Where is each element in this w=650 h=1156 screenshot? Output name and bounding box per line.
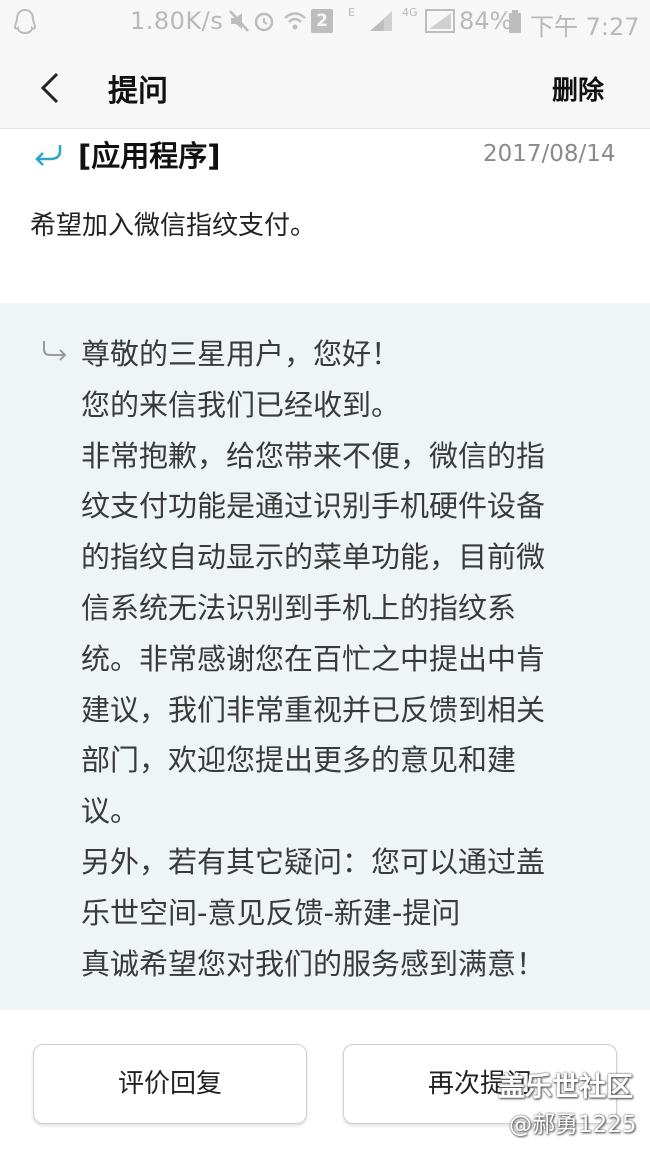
reply-text: 尊敬的三星用户，您好！ 您的来信我们已经收到。 非常抱歉，给您带来不便，微信的指… bbox=[81, 329, 621, 989]
reply-line: 另外，若有其它疑问：您可以通过盖 bbox=[81, 844, 546, 879]
page-title: 提问 bbox=[108, 74, 168, 109]
reply-line: 尊敬的三星用户，您好！ bbox=[81, 337, 401, 371]
reply-line: 的指纹自动显示的菜单功能，目前微 bbox=[81, 540, 546, 575]
question-arrow-icon bbox=[35, 145, 62, 166]
back-button[interactable] bbox=[30, 66, 74, 110]
back-arrow-icon bbox=[40, 72, 59, 104]
status-bar: 1.80K/s 2 E 4G 84% 下午 7:27 bbox=[0, 0, 650, 46]
reply-line: 部门，欢迎您提出更多的意见和建 bbox=[81, 743, 517, 778]
alarm-icon bbox=[254, 12, 274, 32]
rate-reply-button[interactable]: 评价回复 bbox=[33, 1044, 307, 1124]
app-bar: 提问 删除 bbox=[0, 46, 650, 129]
reply-section: 尊敬的三星用户，您好！ 您的来信我们已经收到。 非常抱歉，给您带来不便，微信的指… bbox=[0, 303, 650, 1010]
reply-line: 您的来信我们已经收到。 bbox=[81, 387, 401, 422]
mute-icon bbox=[229, 10, 249, 32]
reply-arrow-icon bbox=[43, 341, 67, 361]
sim2-badge: 2 bbox=[311, 9, 333, 33]
battery-icon bbox=[509, 10, 521, 33]
question-category: [应用程序] bbox=[78, 139, 221, 173]
watermark-logo: 盖乐世社区 bbox=[498, 1072, 633, 1103]
signal-icon-sim2 bbox=[425, 9, 455, 33]
reply-line: 乐世空间-意见反馈-新建-提问 bbox=[81, 895, 461, 930]
signal-icon-sim1 bbox=[370, 11, 392, 31]
question-date: 2017/08/14 bbox=[483, 141, 616, 167]
question-section: [应用程序] 2017/08/14 希望加入微信指纹支付。 bbox=[0, 129, 650, 303]
watermark-user: @郝勇1225 bbox=[509, 1112, 637, 1138]
reply-line: 议。 bbox=[81, 794, 140, 829]
question-text: 希望加入微信指纹支付。 bbox=[30, 211, 317, 241]
reply-line: 纹支付功能是通过识别手机硬件设备 bbox=[81, 489, 546, 524]
reply-line: 真诚希望您对我们的服务感到满意！ bbox=[81, 946, 546, 981]
network-speed: 1.80K/s bbox=[130, 7, 224, 35]
reply-line: 统。非常感谢您在百忙之中提出中肯 bbox=[81, 641, 546, 676]
reply-line: 信系统无法识别到手机上的指纹系 bbox=[81, 590, 517, 625]
battery-percent: 84% bbox=[459, 7, 513, 35]
lte-label: 4G bbox=[402, 6, 418, 19]
wifi-icon bbox=[284, 12, 306, 30]
status-clock: 下午 7:27 bbox=[530, 13, 640, 41]
reply-line: 建议，我们非常重视并已反馈到相关 bbox=[81, 692, 546, 727]
qq-notification-icon bbox=[13, 8, 37, 35]
network-type-label: E bbox=[348, 6, 355, 19]
delete-button[interactable]: 删除 bbox=[552, 70, 604, 107]
reply-line: 非常抱歉，给您带来不便，微信的指 bbox=[81, 438, 546, 473]
